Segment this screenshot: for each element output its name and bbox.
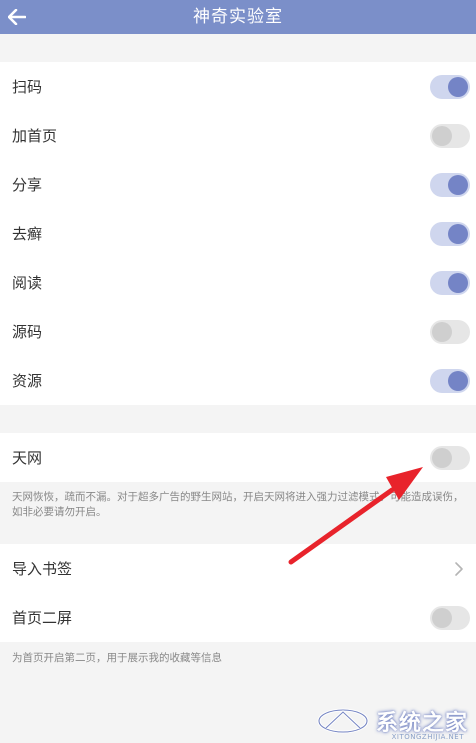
toggle-knob [432, 447, 452, 468]
setting-row-import-bookmarks[interactable]: 导入书签 [0, 544, 476, 593]
toggle-knob [448, 272, 468, 293]
setting-label: 扫码 [12, 78, 43, 96]
setting-label: 导入书签 [12, 560, 73, 578]
toggle-knob [448, 370, 468, 391]
setting-row-share: 分享 [0, 160, 476, 209]
toggle-knob [432, 321, 452, 342]
toggle-switch-source[interactable] [430, 319, 470, 344]
app-header: 神奇实验室 [0, 0, 476, 34]
setting-label: 首页二屏 [12, 609, 73, 627]
section-gap [0, 405, 476, 433]
watermark-subtext: XITONGZHIJIA.NET [391, 733, 464, 741]
setting-label: 阅读 [12, 274, 43, 292]
setting-row-scan: 扫码 [0, 62, 476, 111]
toggle-knob [448, 76, 468, 97]
settings-group-other: 导入书签 首页二屏 [0, 544, 476, 642]
setting-row-source: 源码 [0, 307, 476, 356]
setting-label: 源码 [12, 323, 43, 341]
setting-row-tianwang: 天网 [0, 433, 476, 482]
setting-label: 分享 [12, 176, 43, 194]
tianwang-description: 天网恢恢，疏而不漏。对于超多广告的野生网站，开启天网将进入强力过滤模式。可能造成… [0, 482, 476, 544]
toggle-knob [448, 223, 468, 244]
toggle-switch-read[interactable] [430, 270, 470, 295]
setting-label: 资源 [12, 372, 43, 390]
page-title: 神奇实验室 [193, 7, 283, 27]
settings-group-tianwang: 天网 [0, 433, 476, 482]
setting-label: 加首页 [12, 127, 58, 145]
toggle-knob [432, 607, 452, 628]
setting-label: 去癣 [12, 225, 43, 243]
watermark-logo-icon [317, 708, 369, 734]
toggle-switch-tianwang[interactable] [430, 445, 470, 470]
setting-label: 天网 [12, 449, 43, 467]
section-gap [0, 34, 476, 62]
setting-row-resources: 资源 [0, 356, 476, 405]
home-second-screen-description: 为首页开启第二页，用于展示我的收藏等信息 [0, 642, 476, 686]
toggle-knob [448, 174, 468, 195]
chevron-right-icon [448, 558, 470, 580]
toggle-switch-remove[interactable] [430, 221, 470, 246]
toggle-switch-scan[interactable] [430, 74, 470, 99]
toggle-switch-home-second-screen[interactable] [430, 605, 470, 630]
toggle-switch-resources[interactable] [430, 368, 470, 393]
setting-row-remove: 去癣 [0, 209, 476, 258]
settings-group-features: 扫码 加首页 分享 去癣 阅读 源码 资源 [0, 62, 476, 405]
toggle-knob [432, 125, 452, 146]
setting-row-read: 阅读 [0, 258, 476, 307]
toggle-switch-share[interactable] [430, 172, 470, 197]
setting-row-add-home: 加首页 [0, 111, 476, 160]
setting-row-home-second-screen: 首页二屏 [0, 593, 476, 642]
toggle-switch-add-home[interactable] [430, 123, 470, 148]
